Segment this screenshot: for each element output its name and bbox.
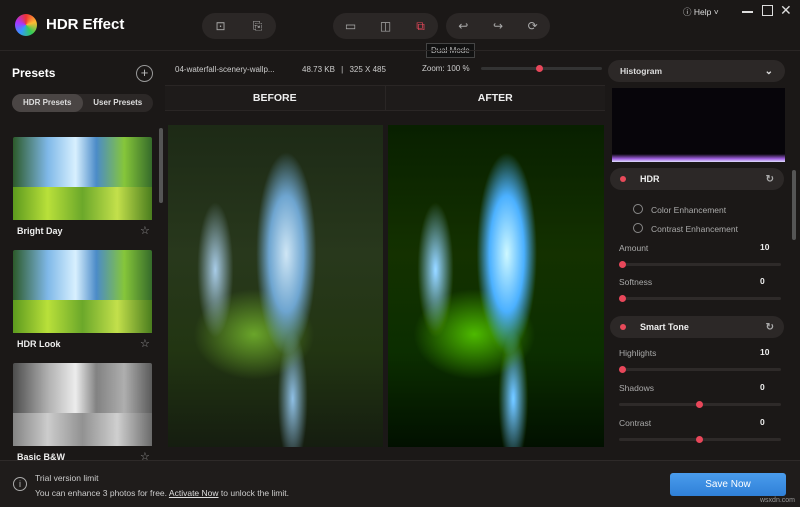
before-image bbox=[168, 125, 383, 447]
color-enhancement-radio[interactable] bbox=[633, 204, 643, 214]
add-preset-button[interactable]: + bbox=[136, 65, 153, 82]
dual-mode-icon[interactable]: ⧉ bbox=[414, 19, 428, 33]
split-view-icon[interactable]: ◫ bbox=[379, 19, 393, 33]
smart-tone-toggle[interactable] bbox=[620, 324, 626, 330]
favorite-star-icon[interactable]: ☆ bbox=[140, 337, 150, 350]
amount-label: Amount bbox=[619, 243, 649, 253]
amount-value: 10 bbox=[760, 242, 770, 252]
tab-hdr-presets[interactable]: HDR Presets bbox=[12, 94, 83, 112]
view-mode-tools: ▭ ◫ ⧉ bbox=[333, 13, 438, 39]
amount-slider[interactable] bbox=[619, 261, 781, 268]
file-tools: ⊡ ⎘ bbox=[202, 13, 276, 39]
info-icon: i bbox=[13, 477, 27, 491]
highlights-slider[interactable] bbox=[619, 366, 781, 373]
watermark: wsxdn.com bbox=[760, 497, 796, 504]
highlights-label: Highlights bbox=[619, 348, 657, 358]
contrast-enhancement-label: Contrast Enhancement bbox=[651, 224, 738, 234]
redo-icon[interactable]: ↪ bbox=[491, 19, 505, 33]
favorite-star-icon[interactable]: ☆ bbox=[140, 224, 150, 237]
sidebar-scrollbar[interactable] bbox=[159, 128, 163, 203]
help-label: Help bbox=[693, 7, 712, 17]
reset-icon[interactable]: ↻ bbox=[766, 174, 774, 185]
softness-label: Softness bbox=[619, 277, 653, 287]
slider-knob[interactable] bbox=[619, 295, 626, 302]
undo-icon[interactable]: ↩ bbox=[456, 19, 470, 33]
app-logo bbox=[15, 14, 37, 36]
panel-dropdown[interactable]: Histogram ⌄ bbox=[608, 60, 785, 82]
preset-thumbnail-basic-bw[interactable] bbox=[13, 363, 152, 446]
single-view-icon[interactable]: ▭ bbox=[344, 19, 358, 33]
header-divider bbox=[0, 50, 800, 51]
reset-icon[interactable]: ⟳ bbox=[526, 19, 540, 33]
preset-thumbnail-hdr-look[interactable] bbox=[13, 250, 152, 333]
reset-icon[interactable]: ↻ bbox=[766, 322, 774, 333]
zoom-value: 100 % bbox=[446, 64, 470, 73]
slider-knob[interactable] bbox=[619, 366, 626, 373]
after-image bbox=[388, 125, 604, 447]
minimize-button[interactable] bbox=[742, 11, 753, 13]
highlights-value: 10 bbox=[760, 347, 770, 357]
zoom-slider[interactable] bbox=[481, 65, 602, 72]
smart-tone-section-header[interactable]: Smart Tone ↻ bbox=[610, 316, 784, 338]
slider-knob[interactable] bbox=[696, 401, 703, 408]
histogram bbox=[612, 88, 785, 162]
shadows-slider[interactable] bbox=[619, 401, 781, 408]
file-meta: 48.73 KB | 325 X 485 bbox=[302, 65, 386, 74]
history-tools: ↩ ↪ ⟳ bbox=[446, 13, 550, 39]
tab-user-presets[interactable]: User Presets bbox=[83, 94, 154, 112]
contrast-slider[interactable] bbox=[619, 436, 781, 443]
hdr-toggle[interactable] bbox=[620, 176, 626, 182]
panel-scrollbar[interactable] bbox=[792, 170, 796, 240]
file-size: 48.73 KB bbox=[302, 65, 335, 74]
trial-message: You can enhance 3 photos for free. Activ… bbox=[35, 488, 289, 498]
softness-slider[interactable] bbox=[619, 295, 781, 302]
trial-title: Trial version limit bbox=[35, 473, 99, 483]
softness-value: 0 bbox=[760, 276, 765, 286]
file-dimensions: 325 X 485 bbox=[349, 65, 386, 74]
color-enhancement-label: Color Enhancement bbox=[651, 205, 727, 215]
contrast-label: Contrast bbox=[619, 418, 652, 428]
preset-label: Bright Day bbox=[17, 226, 63, 236]
help-menu[interactable]: ⓘ Help ˅ bbox=[683, 6, 719, 18]
preset-tabs: HDR Presets User Presets bbox=[12, 94, 153, 112]
preset-label: HDR Look bbox=[17, 339, 61, 349]
open-file-icon[interactable]: ⊡ bbox=[214, 19, 228, 33]
before-label: BEFORE bbox=[165, 86, 386, 110]
file-name: 04-waterfall-scenery-wallp... bbox=[175, 65, 275, 74]
contrast-value: 0 bbox=[760, 417, 765, 427]
shadows-label: Shadows bbox=[619, 383, 654, 393]
export-file-icon[interactable]: ⎘ bbox=[251, 19, 265, 33]
close-button[interactable]: ✕ bbox=[780, 2, 792, 19]
after-label: AFTER bbox=[477, 92, 513, 104]
zoom-slider-knob[interactable] bbox=[536, 65, 543, 72]
save-now-button[interactable]: Save Now bbox=[670, 473, 786, 496]
shadows-value: 0 bbox=[760, 382, 765, 392]
preset-thumbnail-bright-day[interactable] bbox=[13, 137, 152, 220]
contrast-enhancement-radio[interactable] bbox=[633, 223, 643, 233]
presets-title: Presets bbox=[12, 66, 56, 80]
panel-dropdown-label: Histogram bbox=[620, 66, 663, 76]
chevron-down-icon: ⌄ bbox=[764, 65, 773, 77]
slider-knob[interactable] bbox=[696, 436, 703, 443]
compare-header: BEFORE AFTER bbox=[165, 85, 605, 111]
zoom-readout: Zoom: 100 % bbox=[422, 64, 470, 73]
hdr-section-header[interactable]: HDR ↻ bbox=[610, 168, 784, 190]
app-title: HDR Effect bbox=[46, 16, 125, 33]
activate-now-link[interactable]: Activate Now bbox=[169, 488, 219, 498]
slider-knob[interactable] bbox=[619, 261, 626, 268]
maximize-button[interactable] bbox=[762, 5, 773, 16]
